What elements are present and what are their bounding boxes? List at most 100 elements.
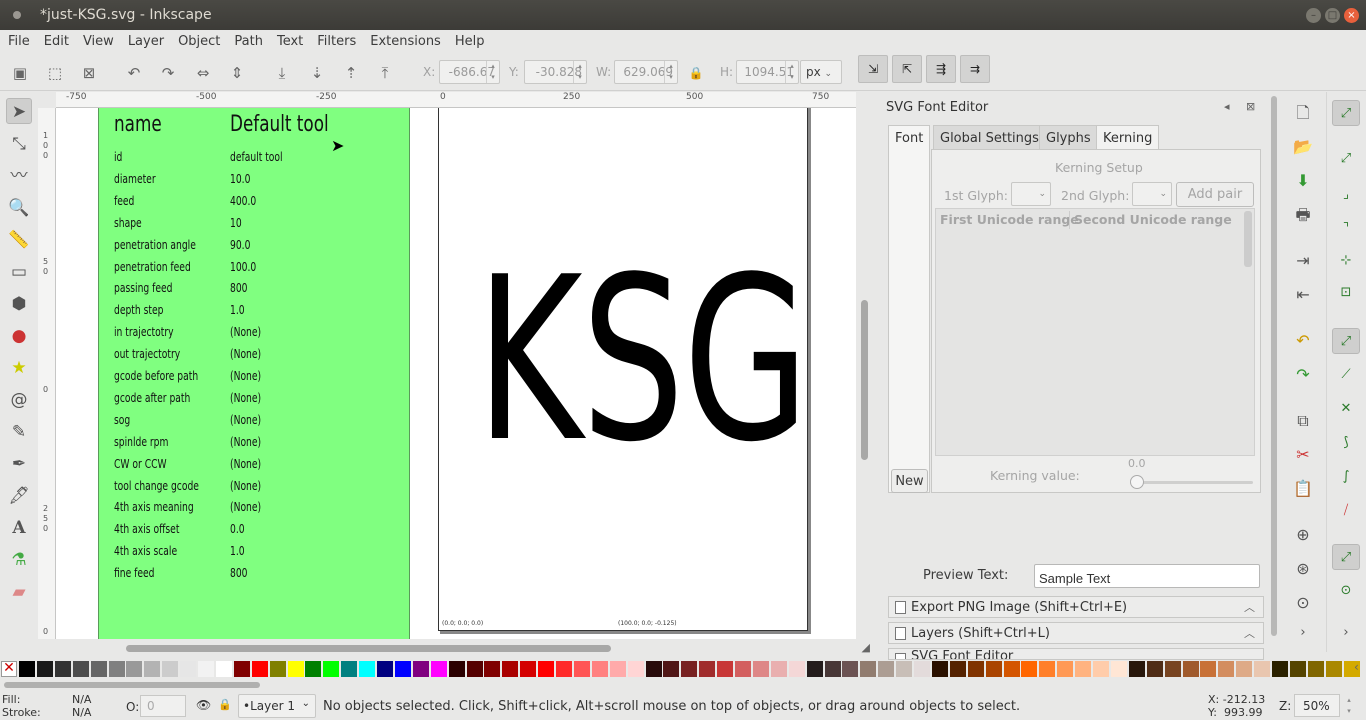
rectangle-tool-icon[interactable]: ▭ <box>6 259 32 285</box>
palette-swatch[interactable] <box>681 661 698 677</box>
palette-swatch[interactable] <box>752 661 769 677</box>
palette-swatch[interactable] <box>735 661 751 677</box>
palette-swatch[interactable] <box>412 661 429 677</box>
svg-font-editor-dock-item[interactable]: SVG Font Editor <box>888 648 1264 660</box>
close-panel-icon[interactable]: ⊠ <box>1246 100 1255 113</box>
palette-swatch[interactable] <box>233 661 250 677</box>
palette-swatch[interactable] <box>538 661 555 677</box>
palette-swatch[interactable] <box>1272 661 1288 677</box>
palette-swatch[interactable] <box>1218 661 1235 677</box>
palette-swatch[interactable] <box>1075 661 1092 677</box>
palette-swatch[interactable] <box>19 661 35 677</box>
flip-horizontal-icon[interactable]: ⇔ <box>191 61 215 85</box>
palette-swatch[interactable] <box>1200 661 1217 677</box>
palette-swatch[interactable] <box>609 661 626 677</box>
layer-select[interactable]: •Layer 1 ⌄ <box>238 694 316 718</box>
layers-dock-item[interactable]: Layers (Shift+Ctrl+L) ︿ <box>888 622 1264 644</box>
table-scrollbar[interactable] <box>1244 211 1252 267</box>
palette-swatch[interactable] <box>484 661 501 677</box>
cut-icon[interactable]: ✂ <box>1290 442 1316 468</box>
paste-icon[interactable]: 📋 <box>1290 476 1316 502</box>
snap-smooth-nodes-icon[interactable]: ∫ <box>1332 464 1360 490</box>
node-tool-icon[interactable]: ⤡ <box>6 131 32 157</box>
enable-snapping-icon[interactable]: ⤢ <box>1332 100 1360 126</box>
menu-file[interactable]: File <box>0 30 37 49</box>
chevron-up-icon[interactable]: ︿ <box>1244 599 1255 615</box>
snap-bbox-midpoints-icon[interactable]: ⊹ <box>1332 248 1360 274</box>
calligraphy-tool-icon[interactable]: 🖋 <box>6 483 32 509</box>
palette-swatch[interactable] <box>466 661 483 677</box>
palette-swatch[interactable] <box>269 661 286 677</box>
palette-swatch[interactable] <box>502 661 519 677</box>
palette-swatch[interactable] <box>860 661 877 677</box>
palette-swatch[interactable] <box>627 661 644 677</box>
x-field[interactable]: -686.67 ▴ ▾ <box>439 60 500 84</box>
palette-swatch[interactable] <box>1289 661 1306 677</box>
palette-swatch[interactable] <box>144 661 161 677</box>
ksg-text[interactable]: KSG <box>476 248 809 474</box>
star-tool-icon[interactable]: ★ <box>6 355 32 381</box>
canvas-horizontal-scrollbar[interactable]: ◢ <box>56 639 870 659</box>
lock-icon[interactable]: 🔒 <box>684 61 708 85</box>
lock-layer-icon[interactable]: 🔒 <box>218 698 232 711</box>
open-icon[interactable]: 📂 <box>1290 134 1316 160</box>
zoom-spin-icon[interactable]: ▴ ▾ <box>1342 695 1356 717</box>
chevron-right-icon[interactable]: › <box>1332 620 1360 646</box>
scale-stroke-icon[interactable]: ⇲ <box>858 55 888 83</box>
palette-swatch[interactable] <box>1003 661 1020 677</box>
palette-swatch[interactable] <box>198 661 214 677</box>
palette-swatch[interactable] <box>520 661 537 677</box>
save-icon[interactable]: ⬇ <box>1290 168 1316 194</box>
second-glyph-select[interactable]: ⌄ <box>1132 182 1172 206</box>
column-second-unicode-range[interactable]: Second Unicode range <box>1074 212 1232 227</box>
palette-swatch[interactable] <box>394 661 411 677</box>
palette-swatch[interactable] <box>1164 661 1181 677</box>
palette-swatch[interactable] <box>430 661 447 677</box>
palette-swatch[interactable] <box>556 661 572 677</box>
zoom-drawing-icon[interactable]: ⊛ <box>1290 556 1316 582</box>
move-patterns-icon[interactable]: ⇉ <box>960 55 990 83</box>
unit-select[interactable]: px ⌄ <box>800 60 842 84</box>
chevron-up-icon[interactable]: ︿ <box>1244 625 1255 641</box>
raise-icon[interactable]: ⇡ <box>339 61 363 85</box>
palette-swatch[interactable] <box>717 661 734 677</box>
3d-box-tool-icon[interactable]: ⬢ <box>6 291 32 317</box>
palette-swatch[interactable] <box>72 661 89 677</box>
toggle-visibility-icon[interactable]: 👁 <box>196 698 211 712</box>
zoom-page-icon[interactable]: ⊙ <box>1290 590 1316 616</box>
palette-swatch[interactable] <box>985 661 1002 677</box>
rotate-ccw-icon[interactable]: ↶ <box>122 61 146 85</box>
menu-path[interactable]: Path <box>227 30 270 49</box>
fill-value[interactable]: N/A <box>72 693 91 706</box>
lower-to-bottom-icon[interactable]: ⤓ <box>270 61 294 85</box>
snap-bbox-centers-icon[interactable]: ⊡ <box>1332 280 1360 306</box>
maximize-icon[interactable]: □ <box>1325 8 1340 23</box>
canvas-vertical-scrollbar[interactable] <box>856 92 876 639</box>
eraser-tool-icon[interactable]: ▰ <box>6 579 32 605</box>
palette-swatch[interactable] <box>1128 661 1145 677</box>
palette-swatch[interactable] <box>341 661 358 677</box>
tweak-tool-icon[interactable]: 〰 <box>6 163 32 189</box>
preview-text-input[interactable] <box>1034 564 1260 588</box>
kerning-pairs-table[interactable]: First Unicode range Second Unicode range <box>935 208 1255 456</box>
palette-swatch[interactable] <box>573 661 590 677</box>
zoom-field[interactable]: 50% <box>1294 694 1340 717</box>
palette-swatch[interactable] <box>788 661 805 677</box>
menu-extensions[interactable]: Extensions <box>363 30 448 49</box>
menu-view[interactable]: View <box>76 30 121 49</box>
pan-corner-icon[interactable]: ◢ <box>862 641 870 654</box>
stroke-value[interactable]: N/A <box>72 706 91 719</box>
zoom-tool-icon[interactable]: 🔍 <box>6 195 32 221</box>
menu-filters[interactable]: Filters <box>310 30 363 49</box>
chevron-left-icon[interactable]: ‹ <box>1354 660 1359 674</box>
h-field[interactable]: 1094.51 ▴ ▾ <box>736 60 799 84</box>
no-paint-swatch[interactable]: ✕ <box>1 661 17 677</box>
spray-tool-icon[interactable]: ⚗ <box>6 547 32 573</box>
y-field[interactable]: -30.828 ▴ ▾ <box>524 60 587 84</box>
new-document-icon[interactable]: 🗋 <box>1290 100 1316 126</box>
menu-text[interactable]: Text <box>270 30 310 49</box>
palette-swatch[interactable] <box>108 661 125 677</box>
kerning-value-slider[interactable] <box>1130 475 1253 489</box>
palette-swatch[interactable] <box>878 661 895 677</box>
palette-swatch[interactable] <box>215 661 232 677</box>
